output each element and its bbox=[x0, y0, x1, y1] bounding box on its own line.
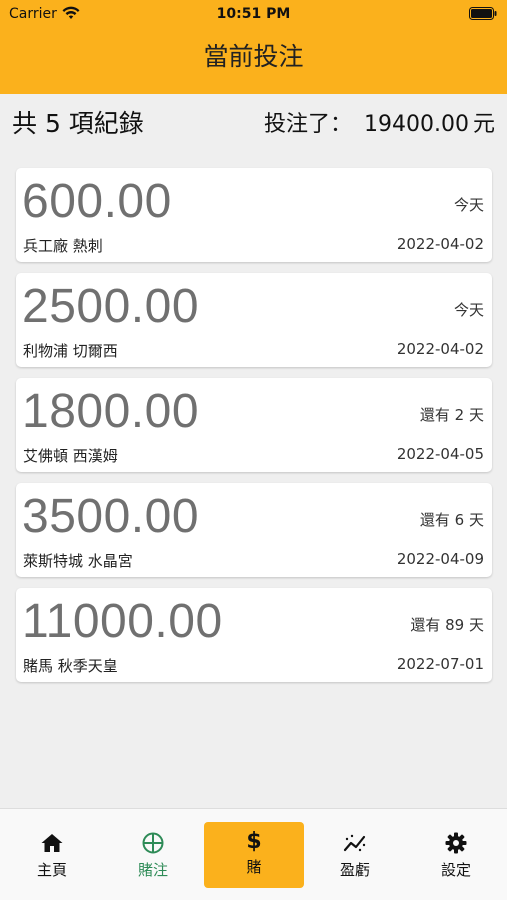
bet-remaining: 還有 89 天 bbox=[410, 616, 484, 634]
bet-card[interactable]: 11000.00 賭馬 秋季天皇 還有 89 天 2022-07-01 bbox=[16, 588, 492, 682]
status-bar: Carrier 10:51 PM bbox=[0, 0, 507, 28]
bet-date: 2022-04-09 bbox=[396, 550, 484, 568]
chart-icon bbox=[343, 834, 366, 852]
bet-amount: 600.00 bbox=[22, 175, 172, 228]
total-amount: 19400.00 bbox=[364, 112, 469, 137]
bet-teams: 利物浦 切爾西 bbox=[23, 342, 118, 360]
tab-home[interactable]: 主頁 bbox=[2, 822, 102, 888]
bet-amount: 3500.00 bbox=[22, 490, 200, 543]
dollar-icon: $ bbox=[246, 829, 262, 854]
tab-label: 賭注 bbox=[137, 861, 168, 879]
total-unit: 元 bbox=[472, 112, 495, 137]
header-bar: Carrier 10:51 PM 當前投注 bbox=[0, 0, 507, 94]
tab-bets[interactable]: 賭注 bbox=[103, 822, 203, 888]
record-count: 共 5 項紀錄 bbox=[12, 109, 144, 138]
tab-label: 賭 bbox=[246, 858, 262, 876]
bet-card[interactable]: 2500.00 利物浦 切爾西 今天 2022-04-02 bbox=[16, 273, 492, 367]
summary-row: 共 5 項紀錄 投注了： 19400.00 元 bbox=[0, 94, 507, 144]
bet-remaining: 今天 bbox=[453, 196, 484, 214]
globe-icon bbox=[142, 832, 164, 854]
bet-remaining: 還有 6 天 bbox=[419, 511, 484, 529]
total-label: 投注了： bbox=[263, 112, 352, 137]
bet-date: 2022-04-02 bbox=[396, 340, 484, 358]
bet-remaining: 還有 2 天 bbox=[419, 406, 484, 424]
tab-bet-action[interactable]: $ 賭 bbox=[204, 822, 304, 888]
tab-label: 盈虧 bbox=[339, 861, 370, 879]
bet-date: 2022-04-02 bbox=[396, 235, 484, 253]
tab-settings[interactable]: 設定 bbox=[406, 822, 506, 888]
bet-date: 2022-07-01 bbox=[396, 655, 484, 673]
page-title: 當前投注 bbox=[203, 42, 304, 71]
tab-label: 主頁 bbox=[36, 861, 67, 879]
bet-amount: 11000.00 bbox=[22, 595, 223, 648]
home-icon bbox=[41, 834, 63, 852]
bet-amount: 1800.00 bbox=[22, 385, 200, 438]
tab-label: 設定 bbox=[440, 861, 471, 879]
battery-icon bbox=[469, 7, 497, 20]
bet-card[interactable]: 3500.00 萊斯特城 水晶宮 還有 6 天 2022-04-09 bbox=[16, 483, 492, 577]
bet-teams: 賭馬 秋季天皇 bbox=[23, 657, 118, 675]
tab-bar: 主頁 賭注 $ 賭 盈虧 設定 bbox=[0, 808, 507, 900]
total-bet: 投注了： 19400.00 元 bbox=[264, 106, 495, 138]
bet-teams: 艾佛頓 西漢姆 bbox=[23, 447, 118, 465]
bet-date: 2022-04-05 bbox=[396, 445, 484, 463]
clock: 10:51 PM bbox=[216, 6, 291, 22]
gear-icon bbox=[445, 832, 467, 854]
bet-remaining: 今天 bbox=[453, 301, 484, 319]
bet-teams: 兵工廠 熱刺 bbox=[23, 237, 103, 255]
bet-amount: 2500.00 bbox=[22, 280, 200, 333]
bet-teams: 萊斯特城 水晶宮 bbox=[23, 552, 133, 570]
bet-card[interactable]: 1800.00 艾佛頓 西漢姆 還有 2 天 2022-04-05 bbox=[16, 378, 492, 472]
bet-card[interactable]: 600.00 兵工廠 熱刺 今天 2022-04-02 bbox=[16, 168, 492, 262]
tab-profit-loss[interactable]: 盈虧 bbox=[305, 822, 405, 888]
